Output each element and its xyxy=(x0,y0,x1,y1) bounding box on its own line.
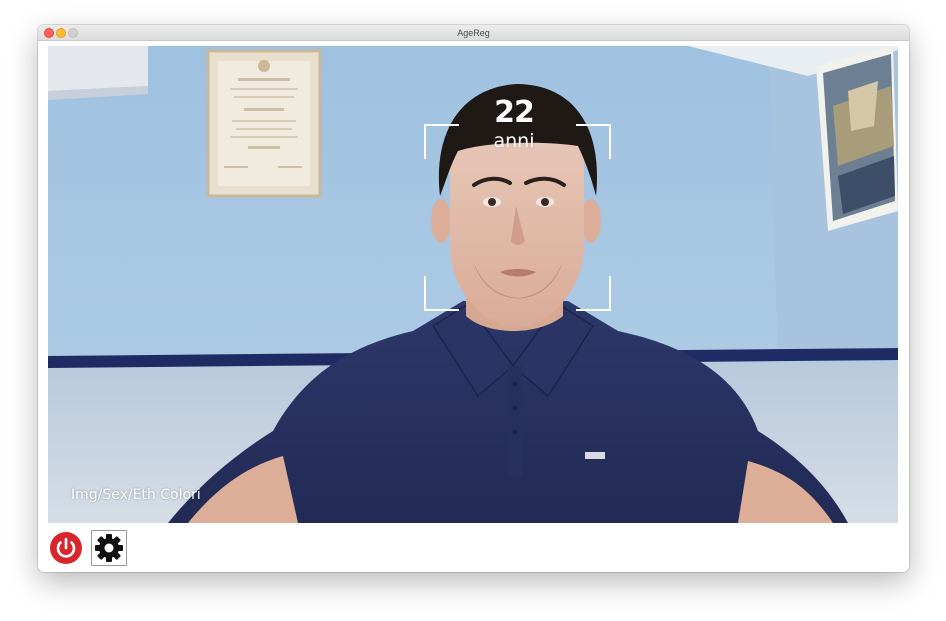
camera-feed: 22 anni Img/Sex/Eth Colori xyxy=(48,46,898,523)
shelf-object xyxy=(48,46,148,91)
power-icon xyxy=(50,532,82,564)
wall-painting xyxy=(816,46,898,231)
age-estimate-unit: anni xyxy=(493,130,535,152)
desktop: AgeReg 22 anni Img/Sex/Eth Colori xyxy=(0,0,946,621)
mode-caption: Img/Sex/Eth Colori xyxy=(71,487,201,503)
power-button[interactable] xyxy=(48,530,84,566)
framed-certificate xyxy=(206,49,322,198)
app-window: AgeReg 22 anni Img/Sex/Eth Colori xyxy=(38,25,909,572)
settings-button[interactable] xyxy=(91,530,127,566)
gear-icon xyxy=(95,534,123,562)
window-title: AgeReg xyxy=(457,28,490,38)
age-estimate-value: 22 xyxy=(494,95,535,130)
title-bar[interactable]: AgeReg xyxy=(38,25,909,41)
toolbar xyxy=(48,528,898,568)
